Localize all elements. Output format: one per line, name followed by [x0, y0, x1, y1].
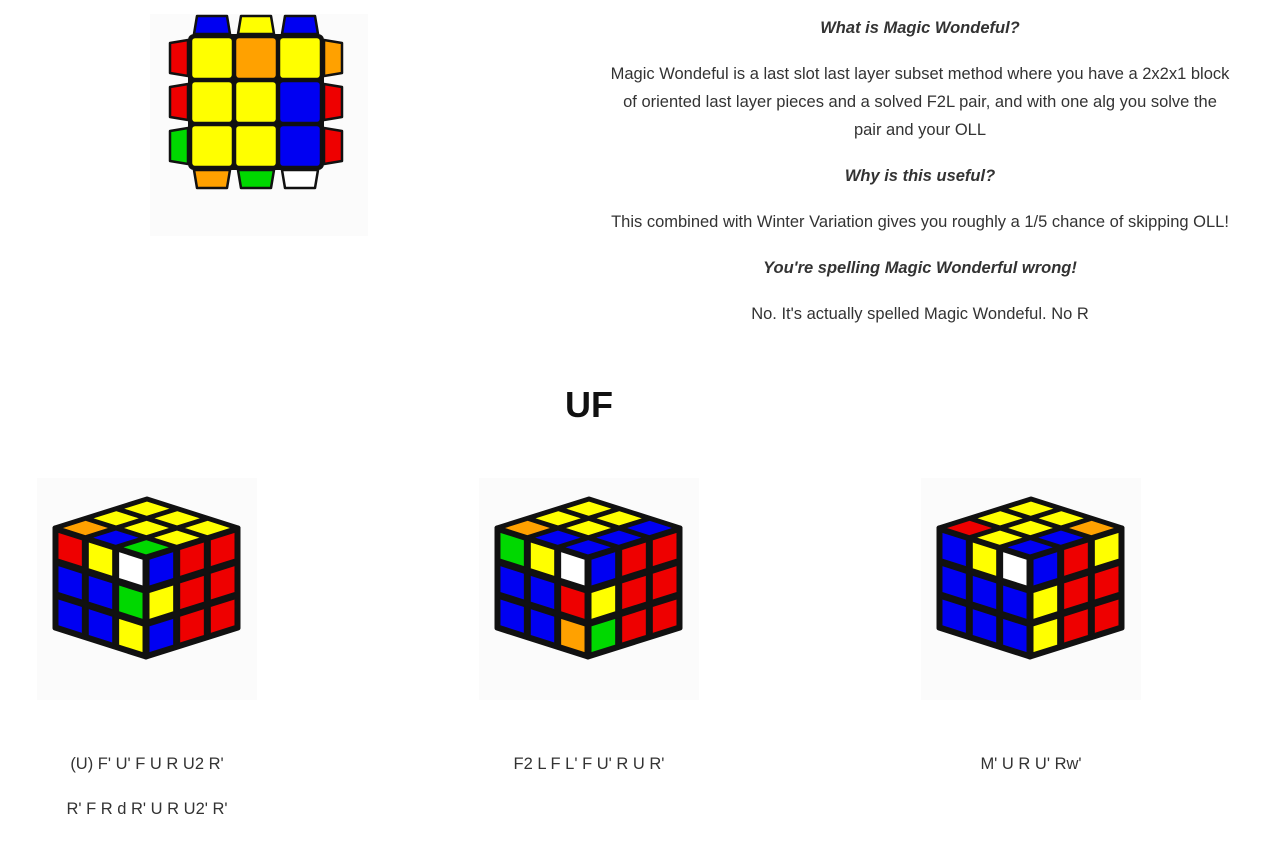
top-view-edge-sticker [236, 168, 276, 190]
top-view-edge-sticker [280, 14, 320, 36]
case-1-alg-2: R' F R d R' U R U2' R' [66, 800, 228, 818]
section-title: UF [565, 384, 613, 425]
faq-question-what-is: What is Magic Wondeful? [820, 19, 1020, 37]
faq-question-spelling: You're spelling Magic Wonderful wrong! [763, 259, 1077, 277]
top-view-sticker [277, 79, 323, 125]
page: What is Magic Wondeful? Magic Wondeful i… [0, 0, 1280, 868]
top-view-edge-sticker [322, 126, 344, 166]
top-view-edge-sticker [168, 82, 190, 122]
case-2-alg-1: F2 L F L' F U' R U R' [513, 755, 665, 773]
top-view-sticker [233, 123, 279, 169]
top-view-edge-sticker [192, 14, 232, 36]
top-view-edge-sticker [280, 168, 320, 190]
top-view-cube-svg [168, 14, 344, 190]
case-1-alg-1: (U) F' U' F U R U2 R' [70, 755, 224, 773]
top-view-sticker [233, 79, 279, 125]
top-view-edge-sticker [192, 168, 232, 190]
faq-section: What is Magic Wondeful? Magic Wondeful i… [600, 14, 1240, 346]
case-3-alg-1: M' U R U' Rw' [980, 755, 1082, 773]
top-view-edge-sticker [322, 38, 344, 78]
top-view-cube-diagram [150, 14, 368, 236]
top-view-sticker [189, 35, 235, 81]
case-3-cube-image [921, 478, 1141, 700]
faq-answer-spelling: No. It's actually spelled Magic Wondeful… [751, 305, 1089, 323]
case-2-cube-svg [494, 496, 683, 660]
top-view-sticker [277, 35, 323, 81]
top-view-edge-sticker [322, 82, 344, 122]
top-view-sticker [189, 123, 235, 169]
top-view-sticker [189, 79, 235, 125]
faq-question-why-useful: Why is this useful? [844, 167, 996, 185]
faq-answer-what-is: Magic Wondeful is a last slot last layer… [610, 65, 1230, 139]
case-2-cube-image [479, 478, 699, 700]
faq-answer-why-useful: This combined with Winter Variation give… [611, 213, 1229, 231]
case-3-cube-svg [936, 496, 1125, 660]
case-1-cube-image [37, 478, 257, 700]
top-view-edge-sticker [236, 14, 276, 36]
top-view-sticker [233, 35, 279, 81]
top-view-edge-sticker [168, 126, 190, 166]
case-1-cube-svg [52, 496, 241, 660]
top-view-edge-sticker [168, 38, 190, 78]
top-view-sticker [277, 123, 323, 169]
